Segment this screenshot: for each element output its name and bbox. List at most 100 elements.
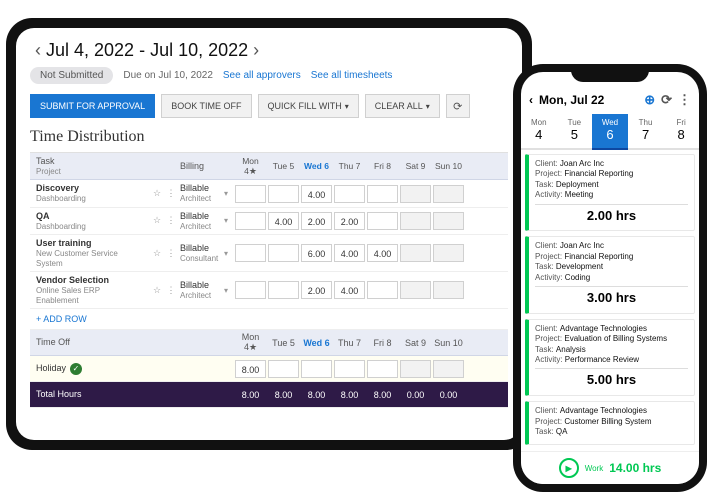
chevron-down-icon[interactable]: ▾ bbox=[224, 216, 234, 225]
hours-cell[interactable] bbox=[235, 185, 266, 203]
col-day: Fri 8 bbox=[366, 338, 399, 348]
hours-cell[interactable] bbox=[235, 212, 266, 230]
chevron-right-icon[interactable]: › bbox=[248, 40, 264, 61]
star-outline-icon[interactable]: ☆ bbox=[150, 188, 164, 199]
col-day: Sun 10 bbox=[432, 338, 465, 348]
day-tab[interactable]: Fri8 bbox=[663, 114, 699, 148]
more-icon[interactable]: ⋮ bbox=[678, 92, 691, 108]
hours-cell[interactable] bbox=[268, 244, 299, 262]
kebab-icon[interactable]: ⋮ bbox=[164, 215, 178, 226]
kebab-icon[interactable]: ⋮ bbox=[164, 285, 178, 296]
hours-cell[interactable] bbox=[235, 281, 266, 299]
hours-cell[interactable]: 8.00 bbox=[235, 360, 266, 378]
time-entry-card[interactable]: Client: Joan Arc IncProject: Financial R… bbox=[525, 236, 695, 313]
day-tab[interactable]: Tue5 bbox=[557, 114, 593, 148]
hours-cell[interactable] bbox=[433, 244, 464, 262]
col-day[interactable]: Mon 4★ bbox=[234, 156, 267, 177]
billing-cell: BillableConsultant bbox=[178, 241, 224, 265]
hours-cell[interactable] bbox=[367, 212, 398, 230]
kebab-icon[interactable]: ⋮ bbox=[164, 248, 178, 259]
status-row: Not Submitted Due on Jul 10, 2022 See al… bbox=[30, 67, 508, 84]
chevron-left-icon[interactable]: ‹ bbox=[529, 93, 533, 107]
billing-cell: BillableArchitect bbox=[178, 278, 224, 302]
chevron-down-icon[interactable]: ▾ bbox=[224, 286, 234, 295]
hours-cell[interactable] bbox=[367, 360, 398, 378]
add-row-button[interactable]: + ADD ROW bbox=[30, 309, 508, 330]
kebab-icon[interactable]: ⋮ bbox=[164, 188, 178, 199]
billing-cell: BillableArchitect bbox=[178, 181, 224, 205]
col-day: Mon 4★ bbox=[234, 332, 267, 353]
total-cell: 0.00 bbox=[399, 390, 432, 400]
hours-cell[interactable] bbox=[433, 281, 464, 299]
col-day[interactable]: Thu 7 bbox=[333, 161, 366, 171]
play-icon[interactable] bbox=[559, 458, 579, 478]
day-tab[interactable]: Thu7 bbox=[628, 114, 664, 148]
total-cell: 8.00 bbox=[366, 390, 399, 400]
hours-cell[interactable] bbox=[334, 185, 365, 203]
day-tabs: Mon4Tue5Wed6Thu7Fri8 bbox=[521, 114, 699, 150]
hours-cell[interactable] bbox=[235, 244, 266, 262]
col-day[interactable]: Fri 8 bbox=[366, 161, 399, 171]
book-time-off-button[interactable]: BOOK TIME OFF bbox=[161, 94, 251, 118]
hours-cell[interactable]: 4.00 bbox=[367, 244, 398, 262]
hours-cell[interactable]: 4.00 bbox=[268, 212, 299, 230]
hours-cell[interactable] bbox=[433, 212, 464, 230]
col-day[interactable]: Sun 10 bbox=[432, 161, 465, 171]
col-day[interactable]: Sat 9 bbox=[399, 161, 432, 171]
day-tab[interactable]: Mon4 bbox=[521, 114, 557, 148]
tablet-frame: ‹ Jul 4, 2022 - Jul 10, 2022 › Not Submi… bbox=[6, 18, 532, 450]
hours-cell[interactable]: 2.00 bbox=[301, 212, 332, 230]
hours-cell[interactable] bbox=[400, 244, 431, 262]
hours-cell[interactable] bbox=[433, 360, 464, 378]
hours-cell[interactable] bbox=[400, 360, 431, 378]
quick-fill-button[interactable]: QUICK FILL WITH▾ bbox=[258, 94, 359, 118]
task-row: DiscoveryDashboarding☆⋮BillableArchitect… bbox=[30, 180, 508, 207]
hours-cell[interactable] bbox=[268, 360, 299, 378]
hours-cell[interactable] bbox=[400, 185, 431, 203]
hours-cell[interactable]: 6.00 bbox=[301, 244, 332, 262]
time-entry-card[interactable]: Client: Advantage TechnologiesProject: E… bbox=[525, 319, 695, 396]
clear-all-button[interactable]: CLEAR ALL▾ bbox=[365, 94, 440, 118]
hours-cell[interactable] bbox=[268, 281, 299, 299]
foot-work: Work bbox=[585, 464, 604, 473]
hours-cell[interactable] bbox=[400, 281, 431, 299]
chevron-down-icon[interactable]: ▾ bbox=[224, 249, 234, 258]
col-day-selected[interactable]: Wed 6 bbox=[300, 161, 333, 171]
task-name: Vendor SelectionOnline Sales ERP Enablem… bbox=[30, 272, 150, 308]
star-outline-icon[interactable]: ☆ bbox=[150, 285, 164, 296]
day-tab[interactable]: Wed6 bbox=[592, 114, 628, 150]
col-day[interactable]: Tue 5 bbox=[267, 161, 300, 171]
hours-cell[interactable] bbox=[367, 185, 398, 203]
hours-cell[interactable] bbox=[367, 281, 398, 299]
chevron-left-icon[interactable]: ‹ bbox=[30, 40, 46, 61]
section-title: Time Distribution bbox=[30, 128, 508, 146]
hours-cell[interactable] bbox=[268, 185, 299, 203]
phone-notch bbox=[571, 64, 649, 82]
total-cell: 8.00 bbox=[234, 390, 267, 400]
hours-cell[interactable] bbox=[400, 212, 431, 230]
task-row: QADashboarding☆⋮BillableArchitect▾4.002.… bbox=[30, 208, 508, 235]
add-icon[interactable]: ⊕ bbox=[644, 92, 655, 108]
refresh-icon[interactable]: ⟳ bbox=[661, 92, 672, 108]
time-entry-card[interactable]: Client: Joan Arc IncProject: Financial R… bbox=[525, 154, 695, 231]
phone-frame: ‹ Mon, Jul 22 ⊕ ⟳ ⋮ Mon4Tue5Wed6Thu7Fri8… bbox=[513, 64, 707, 492]
hours-cell[interactable] bbox=[301, 360, 332, 378]
hours-cell[interactable]: 2.00 bbox=[334, 212, 365, 230]
col-billing: Billing bbox=[178, 159, 224, 174]
see-timesheets-link[interactable]: See all timesheets bbox=[311, 70, 393, 81]
hours-cell[interactable]: 4.00 bbox=[334, 244, 365, 262]
hours-cell[interactable]: 4.00 bbox=[334, 281, 365, 299]
total-cell: 0.00 bbox=[432, 390, 465, 400]
time-entry-card[interactable]: Client: Advantage TechnologiesProject: C… bbox=[525, 401, 695, 444]
hours-cell[interactable] bbox=[334, 360, 365, 378]
hours-cell[interactable] bbox=[433, 185, 464, 203]
hours-cell[interactable]: 2.00 bbox=[301, 281, 332, 299]
refresh-icon[interactable]: ⟳ bbox=[446, 94, 470, 118]
star-outline-icon[interactable]: ☆ bbox=[150, 215, 164, 226]
see-approvers-link[interactable]: See all approvers bbox=[223, 70, 301, 81]
hours-cell[interactable]: 4.00 bbox=[301, 185, 332, 203]
chevron-down-icon[interactable]: ▾ bbox=[224, 189, 234, 198]
card-hours: 2.00 hrs bbox=[535, 208, 688, 225]
star-outline-icon[interactable]: ☆ bbox=[150, 248, 164, 259]
submit-approval-button[interactable]: SUBMIT FOR APPROVAL bbox=[30, 94, 155, 118]
